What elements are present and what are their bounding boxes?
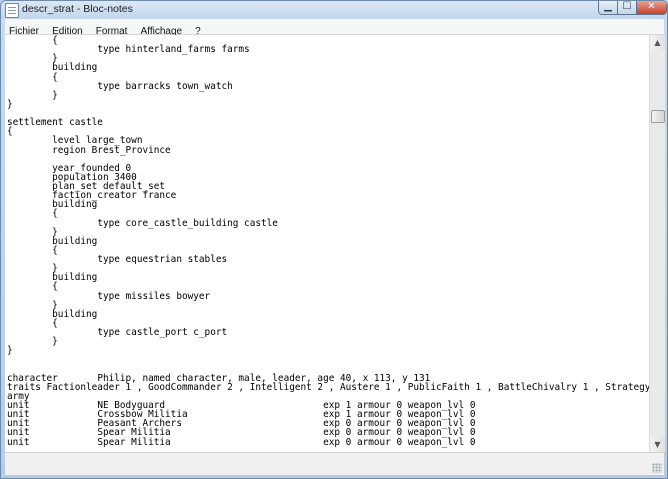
vertical-scrollbar[interactable]: ▲ ▼ [649, 35, 665, 452]
status-bar [5, 452, 664, 475]
editor-line: traits Factionleader 1 , GoodCommander 2… [7, 381, 649, 393]
maximize-icon: ☐ [622, 1, 632, 12]
close-button[interactable]: ✕ [636, 1, 667, 15]
editor-line: } [7, 345, 13, 357]
editor-line: settlement castle [7, 117, 103, 129]
editor-line: } [7, 336, 58, 348]
scroll-up-button[interactable]: ▲ [650, 35, 665, 50]
scroll-down-arrow-icon: ▼ [654, 440, 661, 449]
minimize-icon: ▁ [604, 1, 612, 12]
maximize-button[interactable]: ☐ [617, 1, 637, 15]
text-editor[interactable]: { type hinterland_farms farms } building… [5, 35, 649, 452]
editor-line: } [7, 89, 58, 101]
notepad-icon [5, 3, 19, 18]
menu-bar: Fichier Edition Format Affichage ? [5, 19, 664, 37]
notepad-window: descr_strat - Bloc-notes ▁ ☐ ✕ Fichier E… [0, 0, 668, 479]
scrollbar-thumb[interactable] [651, 109, 665, 123]
resize-grip-icon[interactable] [652, 463, 662, 473]
editor-content[interactable]: { type hinterland_farms farms } building… [5, 35, 649, 447]
window-title: descr_strat - Bloc-notes [22, 3, 133, 15]
close-icon: ✕ [647, 1, 656, 12]
editor-line: unit Spear Militia exp 0 armour 0 weapon… [7, 436, 476, 448]
scroll-up-arrow-icon: ▲ [654, 38, 661, 47]
scroll-down-button[interactable]: ▼ [650, 437, 665, 452]
minimize-button[interactable]: ▁ [598, 1, 618, 15]
editor-line: region Brest_Province [7, 144, 171, 156]
editor-line: } [7, 98, 13, 110]
title-bar[interactable]: descr_strat - Bloc-notes ▁ ☐ ✕ [1, 1, 667, 19]
